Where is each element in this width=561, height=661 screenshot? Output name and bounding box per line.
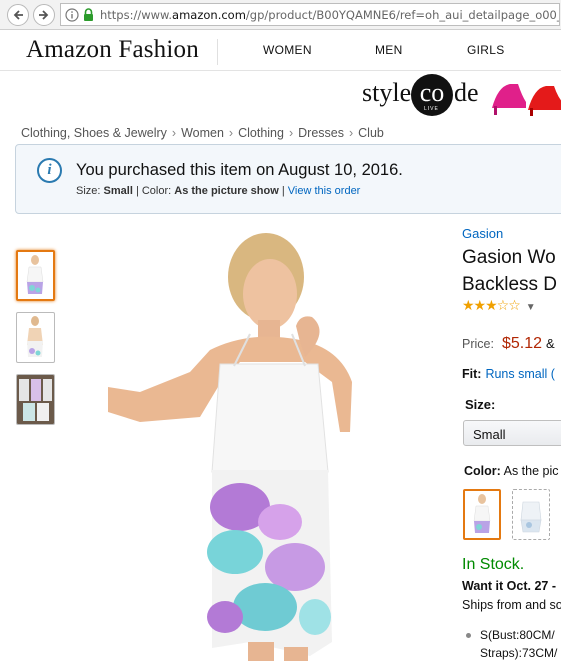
breadcrumb-clothing-shoes-jewelry[interactable]: Clothing, Shoes & Jewelry <box>21 126 167 140</box>
breadcrumb-dresses[interactable]: Dresses <box>298 126 344 140</box>
purchase-notice-details: Size: Small | Color: As the picture show… <box>76 185 361 197</box>
url-text: https://www.amazon.com/gp/product/B00YQA… <box>100 7 560 22</box>
browser-toolbar: https://www.amazon.com/gp/product/B00YQA… <box>0 0 561 30</box>
breadcrumb-clothing[interactable]: Clothing <box>238 126 284 140</box>
price-value: $5.12 <box>501 335 542 352</box>
address-bar[interactable]: https://www.amazon.com/gp/product/B00YQA… <box>60 3 560 26</box>
brand-link[interactable]: Gasion <box>462 226 503 241</box>
nav-women[interactable]: WOMEN <box>263 43 312 57</box>
breadcrumb-separator: › <box>348 126 354 140</box>
ships-from: Ships from and so <box>462 598 561 612</box>
amazon-fashion-logo[interactable]: Amazon Fashion <box>26 36 199 64</box>
color-row: Color: As the pic <box>464 464 559 478</box>
stars-icon: ★★★☆☆ <box>462 297 521 313</box>
stock-status: In Stock. <box>462 556 525 573</box>
nav-men[interactable]: MEN <box>375 43 403 57</box>
back-button[interactable] <box>7 4 29 26</box>
forward-button[interactable] <box>33 4 55 26</box>
thumbnail-back[interactable] <box>16 312 55 363</box>
thumbnail-front[interactable] <box>16 250 55 301</box>
header-divider <box>217 39 218 65</box>
nav-girls[interactable]: GIRLS <box>467 43 505 57</box>
fit-row: Fit: Runs small ( <box>462 367 555 381</box>
thumbnail-collage[interactable] <box>16 374 55 425</box>
breadcrumb: Clothing, Shoes & Jewelry › Women › Clothing… <box>21 126 384 140</box>
size-label: Size: <box>465 397 496 412</box>
breadcrumb-separator: › <box>228 126 234 140</box>
product-title: Gasion Wo Backless D <box>462 247 558 295</box>
style-code-banner[interactable]: style co de LIVE <box>358 72 561 122</box>
breadcrumb-women[interactable]: Women <box>181 126 224 140</box>
purchase-notice: i You purchased this item on August 10, … <box>15 144 561 214</box>
view-order-link[interactable]: View this order <box>288 185 361 197</box>
feature-bullet: S(Bust:80CM/ Straps):73CM/ <box>466 626 557 661</box>
color-swatch-selected[interactable] <box>463 489 501 540</box>
delivery-estimate: Want it Oct. 27 - <box>462 579 556 593</box>
info-icon[interactable] <box>65 6 79 24</box>
breadcrumb-separator: › <box>171 126 177 140</box>
high-heel-shoes-image <box>492 84 561 116</box>
style-code-logo: style <box>362 78 412 107</box>
fashion-header: Amazon Fashion WOMEN MEN GIRLS <box>0 31 561 71</box>
purchase-notice-title: You purchased this item on August 10, 20… <box>76 161 403 179</box>
breadcrumb-club[interactable]: Club <box>358 126 384 140</box>
style-code-logo-tail: de <box>454 78 479 107</box>
star-rating[interactable]: ★★★☆☆ ▼ <box>462 297 536 314</box>
breadcrumb-separator: › <box>288 126 294 140</box>
size-select[interactable]: Small <box>463 420 561 446</box>
arrow-left-icon <box>13 10 23 20</box>
color-swatch-alt[interactable] <box>512 489 550 540</box>
product-main-image[interactable] <box>100 222 400 661</box>
price-row: Price: $5.12 & <box>462 335 555 352</box>
info-icon: i <box>37 158 62 183</box>
bullet-dot <box>466 633 471 638</box>
fit-link[interactable]: Runs small ( <box>485 367 554 381</box>
chevron-down-icon[interactable]: ▼ <box>526 302 536 313</box>
lock-icon <box>83 6 94 24</box>
live-label: LIVE <box>424 106 439 112</box>
arrow-right-icon <box>39 10 49 20</box>
